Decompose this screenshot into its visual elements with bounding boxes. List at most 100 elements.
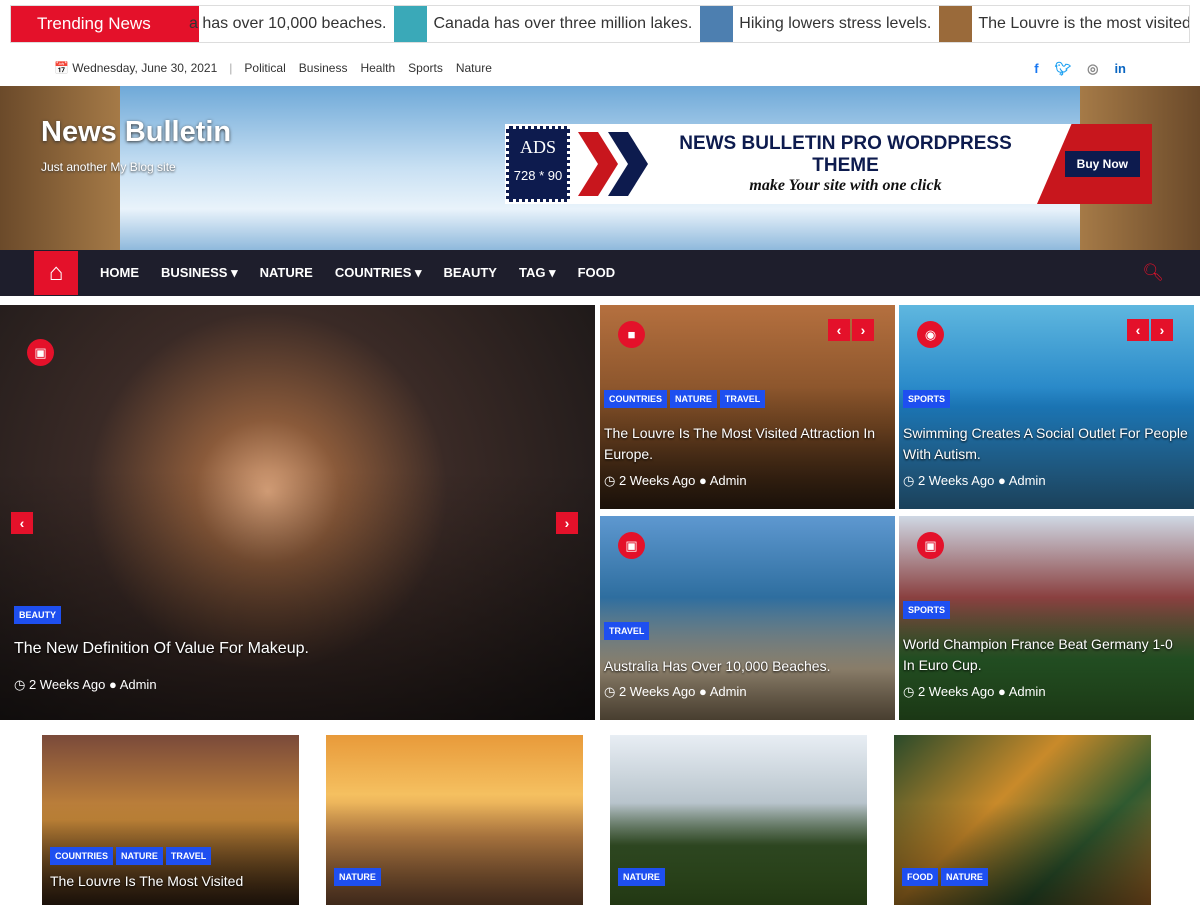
category-badge[interactable]: Travel bbox=[604, 622, 650, 640]
top-link-business[interactable]: Business bbox=[299, 61, 348, 75]
post-title[interactable]: The Louvre Is The Most Visited bbox=[50, 871, 293, 892]
post-card[interactable]: ◉ ‹ › Sports Swimming Creates A Social Outle… bbox=[899, 305, 1194, 509]
post-title[interactable]: The Louvre Is The Most Visited Attractio… bbox=[604, 423, 889, 465]
chevron-right-icon[interactable]: › bbox=[556, 512, 578, 534]
chevron-right-icon[interactable]: › bbox=[852, 319, 874, 341]
ticker-text: Canada has over three million lakes. bbox=[433, 15, 693, 32]
post-card[interactable]: ▣ Sports World Champion France Beat German… bbox=[899, 516, 1194, 720]
ticker-item[interactable]: Hiking lowers stress levels. bbox=[700, 6, 931, 42]
nav-item[interactable]: Tag ▾ bbox=[519, 265, 556, 280]
top-link-health[interactable]: Health bbox=[360, 61, 395, 75]
category-badge[interactable]: Beauty bbox=[14, 606, 62, 624]
image-icon: ▣ bbox=[27, 339, 54, 366]
category-badge[interactable]: Travel bbox=[165, 847, 212, 865]
trending-label: Trending News bbox=[11, 6, 199, 42]
category-badge[interactable]: Nature bbox=[334, 868, 381, 886]
buy-now-button[interactable]: Buy Now bbox=[1064, 151, 1140, 177]
post-meta: ◷ 2 Weeks Ago ● Admin bbox=[903, 684, 1046, 700]
post-meta: ◷ 2 Weeks Ago ● Admin bbox=[604, 684, 747, 700]
social-links: f 🐦︎ ◎ in bbox=[1034, 61, 1126, 77]
ticker-item[interactable]: The Louvre is the most visited attractio… bbox=[939, 6, 1190, 42]
chevron-left-icon[interactable]: ‹ bbox=[1127, 319, 1149, 341]
category-badges: Beauty bbox=[14, 605, 64, 624]
search-icon[interactable]: 🔍︎ bbox=[1142, 263, 1164, 283]
user-icon: ● bbox=[105, 677, 120, 692]
post-card[interactable]: Nature bbox=[610, 735, 867, 905]
facebook-icon[interactable]: f bbox=[1034, 61, 1038, 77]
category-badge[interactable]: Countries bbox=[604, 390, 668, 408]
nav-item[interactable]: Nature bbox=[260, 265, 313, 280]
chevron-left-icon[interactable]: ‹ bbox=[828, 319, 850, 341]
ticker-item[interactable]: Canada has over three million lakes. bbox=[394, 6, 692, 42]
instagram-icon[interactable]: ◎ bbox=[1087, 61, 1098, 77]
linkedin-icon[interactable]: in bbox=[1114, 61, 1126, 77]
home-icon[interactable]: ⌂ bbox=[34, 251, 78, 295]
category-badges: Food Nature bbox=[902, 867, 991, 886]
category-badges: Nature bbox=[334, 867, 384, 886]
nav-item[interactable]: Business ▾ bbox=[161, 265, 238, 280]
post-card[interactable]: Food Nature bbox=[894, 735, 1151, 905]
post-title[interactable]: Australia Has Over 10,000 Beaches. bbox=[604, 656, 889, 677]
category-badge[interactable]: Sports bbox=[903, 390, 951, 408]
post-author[interactable]: Admin bbox=[710, 473, 747, 488]
user-icon: ● bbox=[695, 684, 710, 699]
post-meta: ◷ 2 Weeks Ago ● Admin bbox=[604, 473, 747, 489]
category-badge[interactable]: Nature bbox=[618, 868, 665, 886]
chevron-left-icon[interactable]: ‹ bbox=[11, 512, 33, 534]
post-card[interactable]: Nature bbox=[326, 735, 583, 905]
image-icon: ▣ bbox=[618, 532, 645, 559]
category-badge[interactable]: Countries bbox=[50, 847, 114, 865]
site-tagline: Just another My Blog site bbox=[41, 160, 176, 174]
category-badge[interactable]: Travel bbox=[719, 390, 766, 408]
post-title[interactable]: World Champion France Beat Germany 1-0 I… bbox=[903, 634, 1188, 676]
user-icon: ● bbox=[695, 473, 710, 488]
top-link-nature[interactable]: Nature bbox=[456, 61, 492, 75]
nav-item[interactable]: Beauty bbox=[444, 265, 497, 280]
post-card[interactable]: ▣ Travel Australia Has Over 10,000 Beaches… bbox=[600, 516, 895, 720]
current-date: Wednesday, June 30, 2021 bbox=[72, 61, 218, 75]
twitter-icon[interactable]: 🐦︎ bbox=[1055, 61, 1072, 77]
ticker-text: The Louvre is the most visited attractio… bbox=[978, 15, 1190, 32]
post-meta: ◷ 2 Weeks Ago ● Admin bbox=[903, 473, 1046, 489]
category-badge[interactable]: Food bbox=[902, 868, 938, 886]
ad-label: ADS bbox=[519, 137, 556, 157]
chevron-right-icon[interactable]: › bbox=[1151, 319, 1173, 341]
ticker-item[interactable]: a has over 10,000 beaches. bbox=[189, 15, 386, 33]
post-author[interactable]: Admin bbox=[1009, 473, 1046, 488]
top-link-sports[interactable]: Sports bbox=[408, 61, 443, 75]
post-card[interactable]: Countries Nature Travel The Louvre Is The M… bbox=[42, 735, 299, 905]
chevrons-icon bbox=[578, 132, 648, 196]
clock-icon: ◷ bbox=[604, 684, 619, 699]
category-badge[interactable]: Nature bbox=[941, 868, 988, 886]
post-author[interactable]: Admin bbox=[1009, 684, 1046, 699]
post-title[interactable]: The New Definition Of Value For Makeup. bbox=[14, 638, 589, 659]
category-badges: Sports bbox=[903, 389, 953, 408]
user-icon: ● bbox=[994, 473, 1009, 488]
top-bar: 📅 Wednesday, June 30, 2021 | Political Bu… bbox=[54, 61, 1126, 77]
category-badge[interactable]: Sports bbox=[903, 601, 951, 619]
ad-banner[interactable]: ADS 728 * 90 NEWS BULLETIN PRO WORDPRESS … bbox=[505, 124, 1152, 204]
category-badge[interactable]: Nature bbox=[670, 390, 717, 408]
post-author[interactable]: Admin bbox=[120, 677, 157, 692]
nav-item[interactable]: Countries ▾ bbox=[335, 265, 422, 280]
nav-item[interactable]: Food bbox=[578, 265, 616, 280]
nav-item[interactable]: Home bbox=[100, 265, 139, 280]
category-badge[interactable]: Nature bbox=[116, 847, 163, 865]
post-time: 2 Weeks Ago bbox=[28, 677, 106, 692]
category-badges: Sports bbox=[903, 600, 953, 619]
ticker-thumbnail bbox=[700, 6, 734, 42]
top-link-political[interactable]: Political bbox=[244, 61, 285, 75]
post-card[interactable]: ■ ‹ › Countries Nature Travel The Louvre Is Th… bbox=[600, 305, 895, 509]
post-author[interactable]: Admin bbox=[710, 684, 747, 699]
category-badges: Countries Nature Travel bbox=[604, 389, 768, 408]
post-time: 2 Weeks Ago bbox=[917, 684, 995, 699]
ticker-text: a has over 10,000 beaches. bbox=[189, 15, 387, 32]
post-title[interactable]: Swimming Creates A Social Outlet For Peo… bbox=[903, 423, 1188, 465]
image-icon: ▣ bbox=[917, 532, 944, 559]
ticker-text: Hiking lowers stress levels. bbox=[739, 15, 932, 32]
ad-subline: make Your site with one click bbox=[749, 177, 942, 194]
post-time: 2 Weeks Ago bbox=[618, 473, 696, 488]
calendar-icon: 📅 bbox=[54, 61, 73, 75]
post-card[interactable]: ▣ ‹ › Beauty The New Definition Of Value For… bbox=[0, 305, 595, 720]
site-title[interactable]: News Bulletin bbox=[41, 116, 231, 149]
